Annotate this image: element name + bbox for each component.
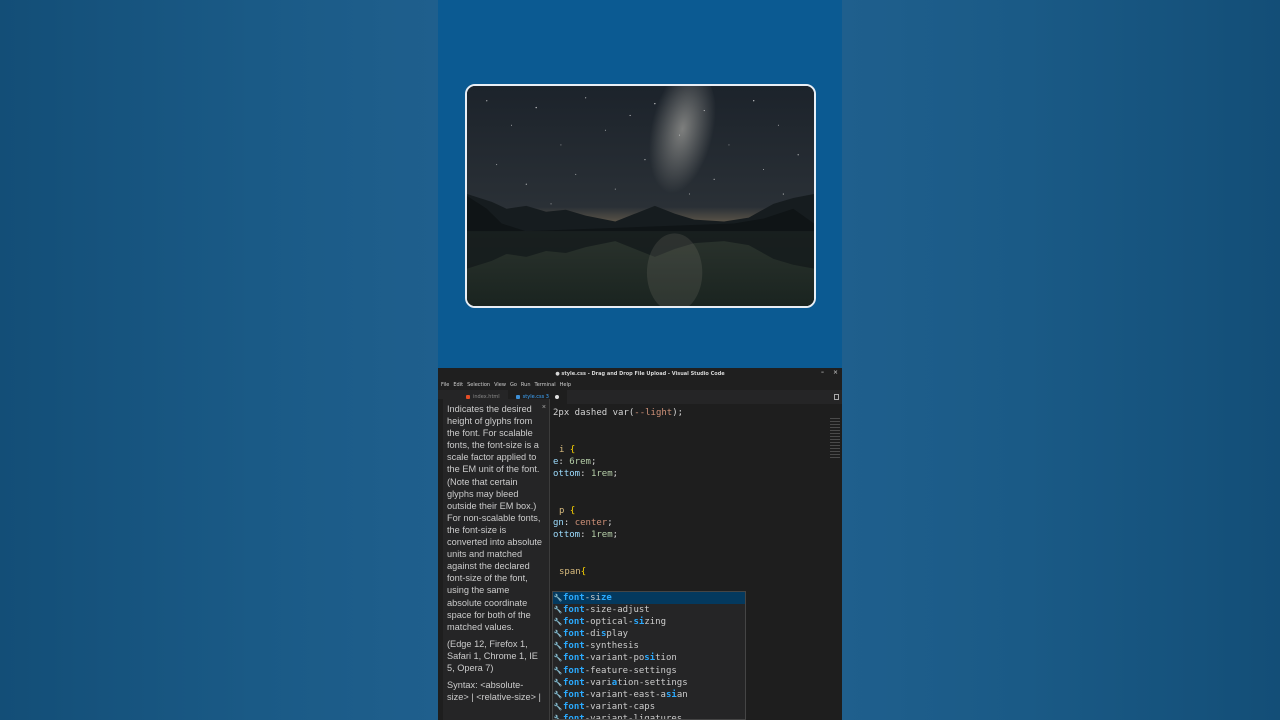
property-wrench-icon: 🔧 bbox=[553, 642, 563, 651]
doc-description: Indicates the desired height of glyphs f… bbox=[447, 404, 543, 632]
suggestion-label: font-variant-position bbox=[563, 653, 677, 664]
menu-run[interactable]: Run bbox=[521, 382, 531, 388]
property-wrench-icon: 🔧 bbox=[553, 618, 563, 627]
suggestion-item[interactable]: 🔧 font-variant-ligatures bbox=[553, 713, 745, 720]
split-editor-icon[interactable] bbox=[834, 394, 839, 400]
suggestion-label: font-variant-caps bbox=[563, 701, 656, 712]
unsaved-dot-icon bbox=[554, 395, 559, 399]
menu-selection[interactable]: Selection bbox=[467, 382, 490, 388]
suggestion-label: font-size-adjust bbox=[563, 605, 650, 616]
code-line: i { bbox=[559, 445, 576, 455]
minimap[interactable] bbox=[830, 418, 840, 460]
code-line: ottom: 1rem; bbox=[553, 469, 619, 479]
suggestion-label: font-variation-settings bbox=[563, 677, 688, 688]
menu-edit[interactable]: Edit bbox=[453, 382, 463, 388]
property-wrench-icon: 🔧 bbox=[553, 702, 563, 711]
close-icon[interactable]: × bbox=[542, 402, 546, 414]
property-wrench-icon: 🔧 bbox=[553, 690, 563, 699]
code-line: ottom: 1rem; bbox=[553, 530, 619, 540]
suggestion-item[interactable]: 🔧 font-display bbox=[553, 628, 745, 640]
code-line: p { bbox=[559, 506, 576, 516]
suggestion-label: font-size bbox=[563, 593, 612, 603]
code-line: e: 6rem; bbox=[553, 457, 597, 467]
property-wrench-icon: 🔧 bbox=[553, 594, 563, 602]
doc-compatibility: (Edge 12, Firefox 1, Safari 1, Chrome 1,… bbox=[447, 638, 538, 673]
suggestion-item[interactable]: 🔧 font-variant-position bbox=[553, 652, 745, 664]
code-line: 2px dashed var(--light); bbox=[553, 408, 684, 418]
menu-bar: File Edit Selection View Go Run Terminal… bbox=[438, 380, 842, 390]
suggestion-item[interactable]: 🔧 font-optical-sizing bbox=[553, 616, 745, 628]
suggestion-item[interactable]: 🔧 font-feature-settings bbox=[553, 665, 745, 677]
suggestion-item[interactable]: 🔧 font-synthesis bbox=[553, 640, 745, 652]
image-preview bbox=[465, 84, 816, 308]
suggestion-label: font-synthesis bbox=[563, 641, 639, 652]
property-wrench-icon: 🔧 bbox=[553, 678, 563, 687]
suggestion-item[interactable]: 🔧 font-variant-east-asian bbox=[553, 689, 745, 701]
suggestion-item[interactable]: 🔧 font-variant-caps bbox=[553, 701, 745, 713]
property-wrench-icon: 🔧 bbox=[553, 630, 563, 639]
window-title: ● style.css - Drag and Drop File Upload … bbox=[555, 371, 725, 377]
menu-go[interactable]: Go bbox=[510, 382, 517, 388]
suggestion-list: 🔧 font-size 🔧 font-size-adjust 🔧 font-optical… bbox=[552, 591, 746, 720]
close-button[interactable]: × bbox=[833, 369, 838, 376]
suggestion-label: font-optical-sizing bbox=[563, 617, 666, 628]
suggestion-item[interactable]: 🔧 font-size-adjust bbox=[553, 604, 745, 616]
title-bar: ● style.css - Drag and Drop File Upload … bbox=[438, 368, 842, 380]
minimize-button[interactable]: – bbox=[821, 369, 824, 376]
hover-documentation: × Indicates the desired height of glyphs… bbox=[443, 399, 550, 720]
code-line: gn: center; bbox=[553, 518, 613, 528]
menu-view[interactable]: View bbox=[494, 382, 506, 388]
suggestion-label: font-display bbox=[563, 629, 629, 640]
suggestion-label: font-variant-ligatures bbox=[563, 713, 683, 720]
suggestion-label: font-variant-east-asian bbox=[563, 689, 688, 700]
suggestion-label: font-feature-settings bbox=[563, 665, 677, 676]
property-wrench-icon: 🔧 bbox=[553, 654, 563, 663]
property-wrench-icon: 🔧 bbox=[553, 666, 563, 675]
code-line: span{ bbox=[559, 567, 587, 577]
suggestion-item[interactable]: 🔧 font-variation-settings bbox=[553, 677, 745, 689]
night-sky-image bbox=[467, 86, 814, 306]
suggestion-item[interactable]: 🔧 font-size bbox=[553, 592, 745, 605]
menu-help[interactable]: Help bbox=[560, 382, 571, 388]
menu-file[interactable]: File bbox=[441, 382, 449, 388]
menu-terminal[interactable]: Terminal bbox=[535, 382, 556, 388]
doc-syntax: Syntax: <absolute-size> | <relative-size… bbox=[447, 680, 541, 703]
property-wrench-icon: 🔧 bbox=[553, 606, 563, 615]
property-wrench-icon: 🔧 bbox=[553, 714, 563, 720]
